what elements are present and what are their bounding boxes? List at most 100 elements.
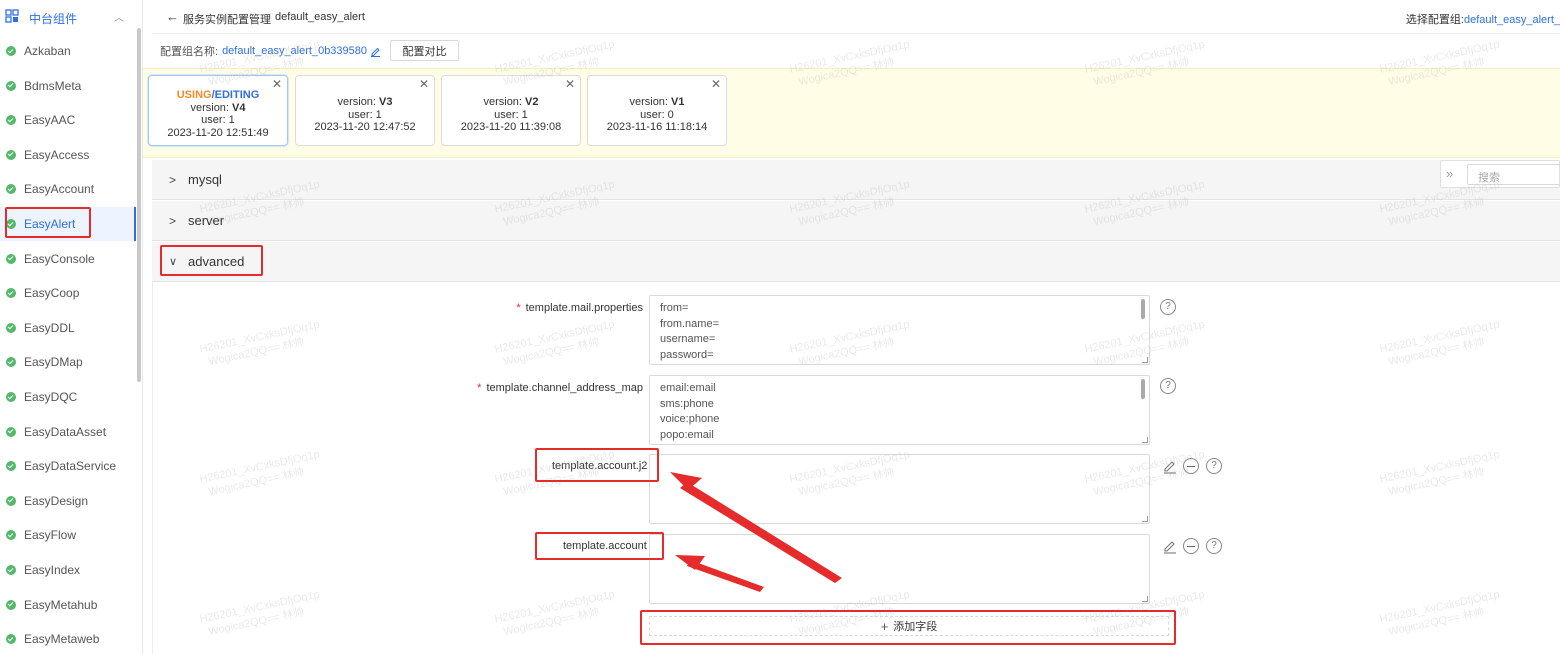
field-label: * template.mail.properties <box>516 302 643 314</box>
field-key-label: template.account.j2 <box>552 460 648 472</box>
sidebar-item-easydmap[interactable]: EasyDMap <box>0 345 136 379</box>
sidebar-item-easyconsole[interactable]: EasyConsole <box>0 242 136 276</box>
page-header: ← 服务实例配置管理 default_easy_alert 选择配置组:defa… <box>152 0 1560 34</box>
help-icon[interactable]: ? <box>1206 458 1222 474</box>
status-check-icon <box>6 495 16 506</box>
edit-icon[interactable] <box>370 46 381 57</box>
search-input[interactable]: 搜索 <box>1467 164 1560 185</box>
field-textarea[interactable]: email:email sms:phone voice:phone popo:e… <box>649 375 1150 445</box>
sidebar-item-label: EasyAccess <box>24 147 90 162</box>
version-line: version: V1 <box>588 96 726 109</box>
add-field-button[interactable]: + 添加字段 <box>649 616 1169 636</box>
sidebar-item-label: EasyConsole <box>24 251 95 266</box>
close-icon[interactable]: ✕ <box>711 78 721 91</box>
back-arrow-icon[interactable]: ← <box>166 9 179 24</box>
sidebar-item-label: EasyAccount <box>24 182 95 197</box>
textarea-line: popo:email <box>660 428 714 441</box>
sidebar-item-easydataasset[interactable]: EasyDataAsset <box>0 415 136 449</box>
section-server[interactable]: > server <box>152 201 1560 241</box>
sidebar-item-label: EasyDQC <box>24 390 78 404</box>
select-config-group[interactable]: 选择配置组:default_easy_alert_ <box>1406 11 1560 27</box>
version-card-v2[interactable]: ✕ version: V2 user: 1 2023-11-20 11:39:0… <box>441 75 581 146</box>
status-check-icon <box>6 253 16 264</box>
sidebar-item-easycoop[interactable]: EasyCoop <box>0 276 136 310</box>
help-icon[interactable]: ? <box>1160 299 1176 315</box>
status-check-icon <box>6 530 16 541</box>
textarea-line: from= <box>660 302 689 314</box>
textarea-line: sms:phone <box>660 397 714 410</box>
sidebar-item-easydesign[interactable]: EasyDesign <box>0 484 136 518</box>
section-title: server <box>188 213 225 228</box>
help-icon[interactable]: ? <box>1206 538 1222 554</box>
status-check-icon <box>6 115 16 126</box>
status-check-icon <box>6 426 16 437</box>
sidebar-item-easydqc[interactable]: EasyDQC <box>0 380 136 414</box>
version-label: version: <box>629 96 672 108</box>
chevron-right-icon: > <box>169 172 177 187</box>
sidebar-item-easyalert[interactable]: EasyAlert <box>0 207 136 241</box>
section-mysql[interactable]: > mysql <box>152 160 1560 200</box>
resize-handle-icon[interactable] <box>1142 357 1148 363</box>
version-card-v3[interactable]: ✕ version: V3 user: 1 2023-11-20 12:47:5… <box>295 75 435 146</box>
field-textarea[interactable] <box>649 534 1150 604</box>
sidebar-item-easyaccount[interactable]: EasyAccount <box>0 172 136 206</box>
version-time: 2023-11-16 11:18:14 <box>606 121 708 133</box>
sidebar-item-easyddl[interactable]: EasyDDL <box>0 311 136 345</box>
version-card-v1[interactable]: ✕ version: V1 user: 0 2023-11-16 11:18:1… <box>587 75 727 146</box>
sidebar-item-easymetaweb[interactable]: EasyMetaweb <box>0 622 136 654</box>
sidebar: 中台组件 ︿ Azkaban BdmsMeta EasyAAC EasyAccess E… <box>0 0 143 654</box>
version-user: user: 1 <box>201 114 235 126</box>
textarea-scrollbar[interactable] <box>1141 299 1145 319</box>
app-root: 中台组件 ︿ Azkaban BdmsMeta EasyAAC EasyAccess E… <box>0 0 1560 654</box>
edit-icon[interactable] <box>1162 458 1178 474</box>
sidebar-item-easyflow[interactable]: EasyFlow <box>0 518 136 552</box>
close-icon[interactable]: ✕ <box>419 78 429 91</box>
chevron-right-icon: > <box>169 213 177 228</box>
version-card-v4[interactable]: ✕ USING/EDITING version: V4 user: 1 2023… <box>148 75 288 146</box>
status-check-icon <box>6 288 16 299</box>
sidebar-item-easyaac[interactable]: EasyAAC <box>0 103 136 137</box>
status-using: USING <box>176 89 212 101</box>
remove-field-icon[interactable] <box>1183 538 1199 554</box>
config-name-label: 配置组名称: <box>160 46 219 58</box>
edit-icon[interactable] <box>1162 538 1178 554</box>
version-time: 2023-11-20 11:39:08 <box>460 121 562 133</box>
resize-handle-icon[interactable] <box>1142 437 1148 443</box>
status-check-icon <box>6 634 16 645</box>
sidebar-item-label: EasyFlow <box>24 528 77 543</box>
sidebar-item-easydataservice[interactable]: EasyDataService <box>0 449 136 483</box>
textarea-scrollbar[interactable] <box>1141 379 1145 399</box>
section-title: mysql <box>188 172 222 187</box>
sidebar-scrollbar[interactable] <box>137 28 141 382</box>
sidebar-item-easyindex[interactable]: EasyIndex <box>0 553 136 587</box>
chevron-up-icon[interactable]: ︿ <box>114 9 124 24</box>
close-icon[interactable]: ✕ <box>272 78 282 91</box>
resize-handle-icon[interactable] <box>1142 516 1148 522</box>
expand-icon[interactable]: » <box>1446 166 1453 181</box>
sidebar-item-easyaccess[interactable]: EasyAccess <box>0 138 136 172</box>
status-check-icon <box>6 149 16 160</box>
sidebar-item-label: BdmsMeta <box>24 78 82 93</box>
version-value: V3 <box>379 96 393 108</box>
sidebar-header[interactable]: 中台组件 ︿ <box>0 0 136 34</box>
breadcrumb[interactable]: 服务实例配置管理 <box>183 11 271 27</box>
close-icon[interactable]: ✕ <box>565 78 575 91</box>
version-user: user: 0 <box>640 108 674 121</box>
sidebar-item-label: EasyAAC <box>24 113 76 128</box>
remove-field-icon[interactable] <box>1183 458 1199 474</box>
section-advanced[interactable]: ∨ advanced <box>152 242 1560 282</box>
sidebar-item-azkaban[interactable]: Azkaban <box>0 34 136 68</box>
version-user: user: 1 <box>494 108 528 121</box>
sidebar-item-label: EasyDataService <box>24 459 117 474</box>
help-icon[interactable]: ? <box>1160 378 1176 394</box>
sidebar-item-bdmsmeta[interactable]: BdmsMeta <box>0 69 136 103</box>
field-key: template.mail.properties <box>525 302 643 314</box>
field-textarea[interactable] <box>649 454 1150 524</box>
textarea-line: password= <box>660 348 714 361</box>
field-textarea[interactable]: from= from.name= username= password= <box>649 295 1150 365</box>
compare-config-button[interactable]: 配置对比 <box>390 40 459 61</box>
resize-handle-icon[interactable] <box>1142 596 1148 602</box>
status-check-icon <box>6 357 16 368</box>
status-check-icon <box>6 46 16 56</box>
sidebar-item-easymetahub[interactable]: EasyMetahub <box>0 588 136 622</box>
